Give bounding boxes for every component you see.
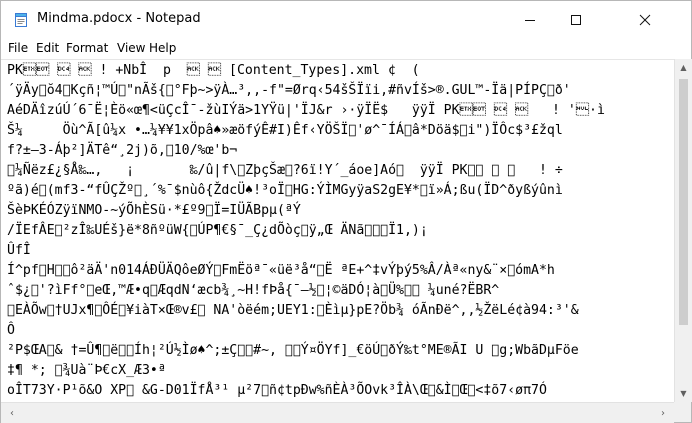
editor-line: Ô [7, 323, 15, 338]
editor-line: AéDÄîzúÚ´6¯Ë¦Èö«œ¶<üÇcÎ¯-žùIÝä>1YŸü|'ÏJ&… [7, 103, 605, 118]
minimize-icon [525, 20, 535, 21]
title-bar[interactable]: Mindma.pdocx - Notepad [1, 1, 691, 39]
editor-line: Í^pf H  ô²äÄ'n014ÁÐÜÄQôeØÝ FmËöª¯«üë³å“ … [7, 263, 555, 278]
vertical-scrollbar[interactable]: ▲ ▼ [674, 59, 692, 402]
close-icon [639, 14, 651, 26]
maximize-icon [571, 15, 581, 25]
menu-bar: File Edit Format View Help [1, 39, 691, 59]
minimize-button[interactable] [507, 1, 553, 39]
editor-line: ºã)é (mf3-“fÛÇŽº ¸´%¯$nùô{ŽdcÜ♠!³oÏ HG:Ý… [7, 183, 563, 198]
menu-file[interactable]: File [8, 41, 28, 55]
editor-line: ‡¶ *;  ¾Uà¨Þ€cX_Æ3•ª [7, 363, 166, 378]
editor-line: oÎT73Y·P¹õ&O XP  &G-D01ÏfÅ³¹ µ²7 ñ¢tpÐw%… [7, 383, 547, 398]
editor-line: ˆ$¿ '?ìFf° eŒ,™Æ•q ÆqdN‘æcb¾¸~H!fÞå{¯–½ … [7, 283, 500, 298]
maximize-button[interactable] [553, 1, 599, 39]
notepad-app-icon [13, 12, 29, 28]
menu-help[interactable]: Help [149, 41, 176, 55]
menu-view[interactable]: View [117, 41, 145, 55]
scrollbar-corner [674, 402, 691, 422]
scroll-left-icon[interactable]: ‹ [3, 404, 21, 422]
editor-line:  EÀÕw †UJx¶ ÔÉ ¥iàT×Œ®v£  NA'òëém;UEY1: … [7, 303, 579, 318]
text-editor[interactable]: PK   ! +NbÎ p   [Content_Types].xm… [1, 59, 674, 403]
editor-line: PK   ! +NbÎ p   [Content_Types].xm… [7, 63, 420, 78]
window-title: Mindma.pdocx - Notepad [37, 11, 201, 26]
scroll-right-icon[interactable]: › [654, 404, 672, 422]
notepad-window: Mindma.pdocx - Notepad File Edit Format … [0, 0, 692, 423]
editor-line: ´ÿÄy ŏ4 Kçñ¦™Ú "nÃš{ °Fþ~>ÿÀ…³,,-f"=Ørq‹… [7, 83, 571, 98]
editor-line: ²P$ŒA & †=Û¶ ë  Íh¦²Ú½Ìø♠^;±Ç  #~,   Ý¤Ö… [7, 343, 579, 358]
editor-line: /ÏEfÂE ²zÎ‰UÉš}ë*8ñºüW{ ÚP¶€§¯_Ç¿dÕòç ÿ„… [7, 223, 428, 238]
editor-line: f?±—3-Áþ²]ÄTê“¸2j)õ, 10/%œ'b¬ [7, 143, 238, 158]
menu-format[interactable]: Format [66, 41, 108, 55]
editor-line: ŠèÞKÉÓZÿïNMO-~ýÕhÈSü·*£º9 Ï=IÜÃBpµ(ªÝ [7, 203, 301, 218]
editor-line: ÛfÎ [7, 243, 31, 258]
editor-line: Š¼ Öù^Ã[û¼x •…¼¥¥1xÖpâ♠»æöfýÊ#I)Êf‹YÖŠÏ … [7, 123, 563, 138]
menu-edit[interactable]: Edit [36, 41, 59, 55]
horizontal-scrollbar[interactable]: ‹ › [1, 402, 674, 423]
vertical-scroll-thumb[interactable] [679, 79, 688, 325]
scroll-down-icon[interactable]: ▼ [675, 385, 692, 402]
scroll-up-icon[interactable]: ▲ [675, 59, 692, 76]
close-button[interactable] [599, 1, 691, 39]
editor-line:  ¼Ñëz£¿§Å‰…, ¡ ‰/û|f\ ZþçŠæ ?6ï!Y´_áo e]… [7, 163, 563, 178]
